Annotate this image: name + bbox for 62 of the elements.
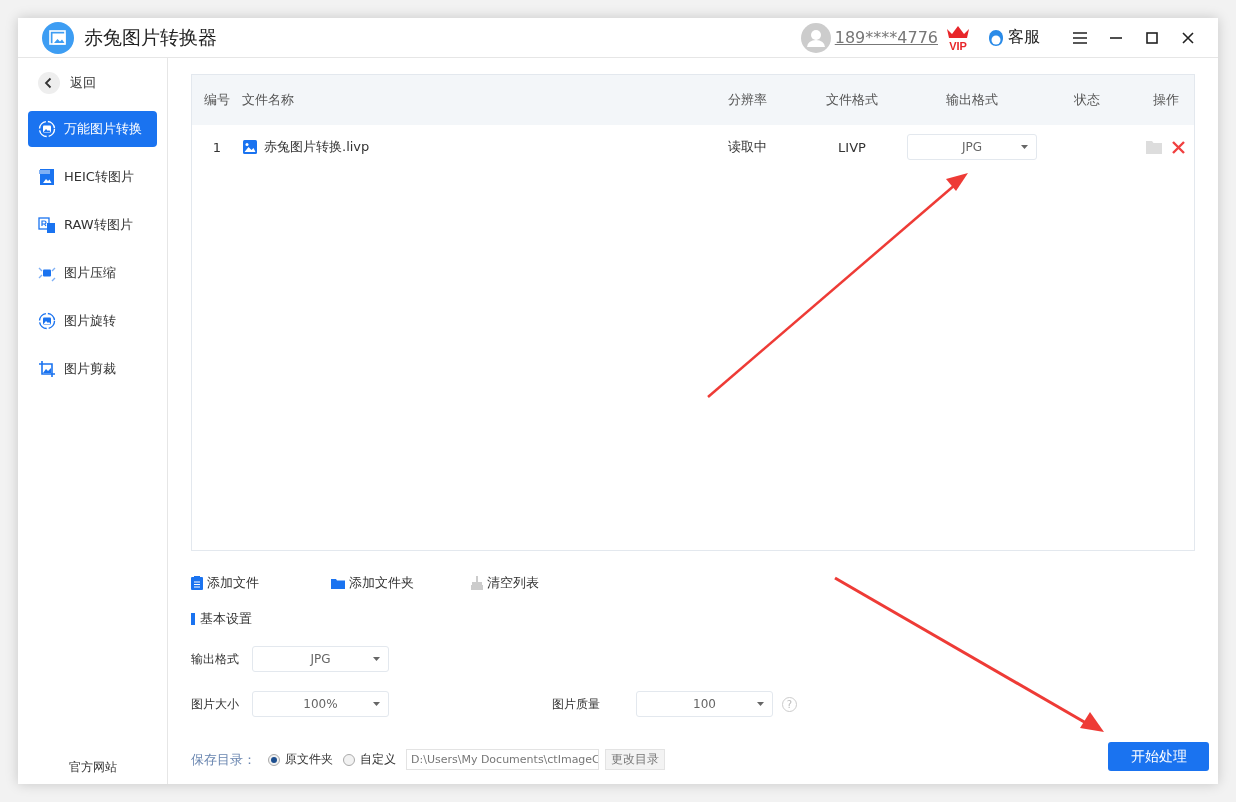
window-title: 赤兔图片转换器 [84, 24, 218, 50]
delete-icon[interactable] [1172, 140, 1185, 154]
section-title: 基本设置 [200, 610, 252, 628]
caret-icon [373, 702, 380, 706]
rotate-image-icon [38, 312, 56, 330]
dropdown[interactable]: 100 [636, 691, 773, 717]
folder-icon [331, 577, 345, 589]
file-name: 赤兔图片转换.livp [264, 138, 370, 156]
sidebar-item[interactable]: HEIC转图片 [28, 159, 157, 195]
app-logo-icon [42, 21, 74, 54]
raw-file-icon [38, 216, 56, 234]
column-header: 分辨率 [726, 91, 768, 109]
heic-file-icon [38, 168, 56, 186]
column-header: 文件名称 [242, 91, 295, 109]
radio-button[interactable] [343, 753, 355, 766]
radio-option[interactable]: 原文件夹 [268, 751, 333, 768]
support-icon [988, 28, 1004, 47]
toolbar-action[interactable]: 添加文件夹 [331, 574, 471, 592]
back-button[interactable]: 返回 [28, 72, 157, 94]
field-label: 图片大小 [191, 695, 240, 713]
dropdown[interactable]: 100% [252, 691, 389, 717]
rotate-image-icon [38, 120, 56, 138]
sidebar-item[interactable]: 图片旋转 [28, 303, 157, 339]
sidebar-item[interactable]: RAW转图片 [28, 207, 157, 243]
support-link[interactable]: 客服 [1008, 27, 1040, 48]
toolbar-action[interactable]: 清空列表 [471, 574, 611, 592]
caret-icon [757, 702, 764, 706]
account-link[interactable]: 189****4776 [834, 28, 938, 47]
dropdown[interactable]: JPG [252, 646, 389, 672]
maximize-icon[interactable] [1146, 31, 1158, 44]
column-header: 操作 [1151, 91, 1180, 109]
column-header: 文件格式 [825, 91, 879, 109]
minimize-icon[interactable] [1110, 36, 1122, 39]
sidebar-item[interactable]: 图片剪裁 [28, 351, 157, 387]
table-cell-text: 读取中 [726, 138, 768, 156]
radio-option[interactable]: 自定义 [343, 751, 396, 768]
caret-icon [373, 657, 380, 661]
avatar-icon [800, 22, 831, 53]
field-label: 输出格式 [191, 650, 240, 668]
column-header: 编号 [203, 91, 231, 109]
broom-icon [471, 576, 483, 590]
column-header: 状态 [1073, 91, 1101, 109]
image-icon [242, 139, 258, 155]
crop-icon [38, 360, 56, 378]
radio-button[interactable] [268, 753, 280, 766]
menu-icon[interactable] [1073, 31, 1087, 44]
website-link[interactable]: 官方网站 [28, 759, 157, 776]
sidebar-item[interactable]: 图片压缩 [28, 255, 157, 291]
field-label: 图片质量 [552, 695, 601, 713]
dropdown[interactable]: JPG [907, 134, 1037, 160]
sidebar-item[interactable]: 万能图片转换 [28, 111, 157, 147]
clipboard-icon [191, 576, 203, 590]
start-button[interactable]: 开始处理 [1108, 742, 1209, 771]
column-header: 输出格式 [945, 91, 999, 109]
table-cell-text: LIVP [837, 139, 867, 155]
section-marker [191, 613, 195, 625]
close-icon[interactable] [1182, 31, 1194, 44]
change-directory-button[interactable]: 更改目录 [605, 749, 665, 770]
table-cell-text: 1 [211, 139, 223, 155]
field-label: 保存目录： [191, 750, 256, 769]
toolbar-action[interactable]: 添加文件 [191, 574, 331, 592]
caret-icon [1021, 145, 1028, 149]
